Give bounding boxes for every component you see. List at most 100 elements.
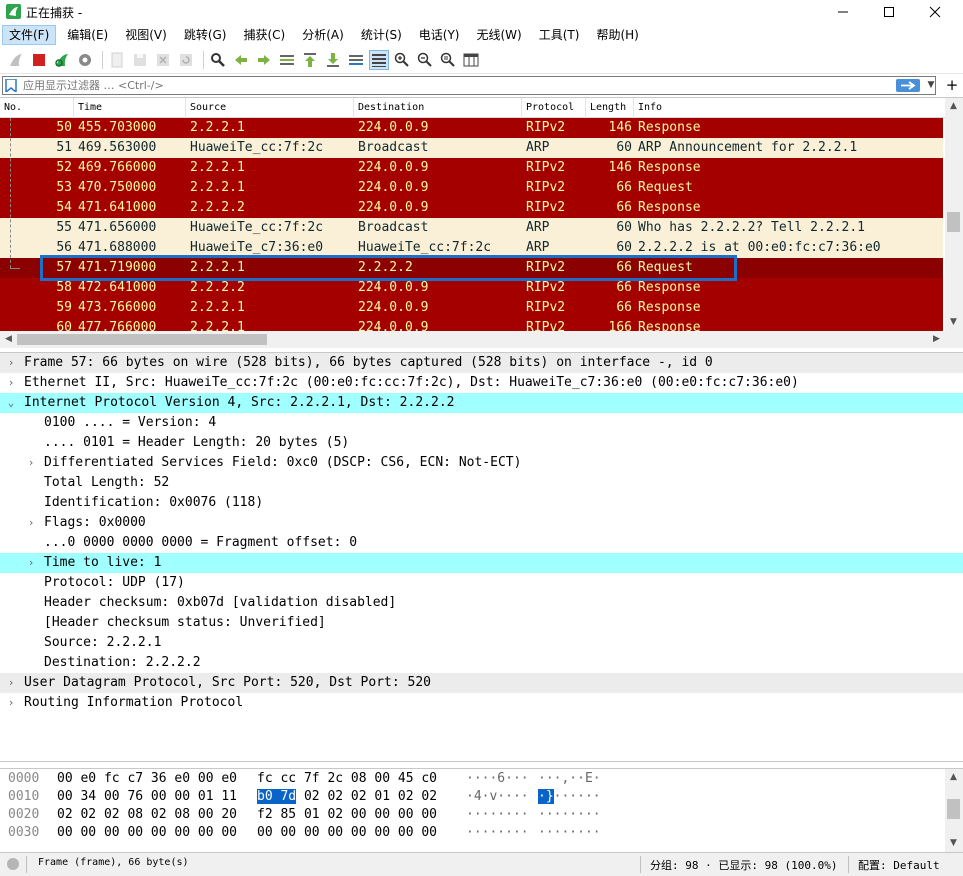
scroll-down-icon[interactable]: ▼	[945, 314, 962, 331]
zoom-in-button[interactable]	[392, 50, 412, 70]
bytes-hex-right: fc cc 7f 2c 08 00 45 c0	[257, 770, 437, 788]
collapsed-arrow-icon[interactable]: ›	[4, 673, 18, 693]
detail-tree-row[interactable]: Protocol: UDP (17)	[0, 573, 963, 593]
packet-row[interactable]: 53 470.750000 2.2.2.1 224.0.0.9 RIPv2 66 Reque…	[0, 178, 943, 198]
zoom-out-button[interactable]	[415, 50, 435, 70]
packet-row[interactable]: 54 471.641000 2.2.2.2 224.0.0.9 RIPv2 66 Respo…	[0, 198, 943, 218]
colorize-button[interactable]	[369, 49, 389, 70]
detail-tree-row[interactable]: › Ethernet II, Src: HuaweiTe_cc:7f:2c (00…	[0, 373, 963, 393]
bytes-row[interactable]: 0000 00 e0 fc c7 36 e0 00 e0 fc cc 7f 2c 0…	[0, 770, 940, 788]
detail-tree-row[interactable]: › Time to live: 1	[0, 553, 963, 573]
bookmark-icon[interactable]	[5, 79, 17, 92]
detail-tree-row[interactable]: .... 0101 = Header Length: 20 bytes (5)	[0, 433, 963, 453]
go-to-packet-button[interactable]	[277, 50, 297, 70]
detail-tree-row[interactable]: Destination: 2.2.2.2	[0, 653, 963, 673]
go-last-packet-button[interactable]	[323, 50, 343, 70]
menu-telephony[interactable]: 电话(Y)	[413, 25, 466, 45]
column-header-info[interactable]: Info	[634, 98, 945, 118]
column-header-destination[interactable]: Destination	[354, 98, 522, 118]
menu-wireless[interactable]: 无线(W)	[471, 25, 528, 45]
column-header-time[interactable]: Time	[74, 98, 186, 118]
packet-row[interactable]: 58 472.641000 2.2.2.2 224.0.0.9 RIPv2 66 Respo…	[0, 278, 943, 298]
menu-view[interactable]: 视图(V)	[119, 25, 173, 45]
bytes-row[interactable]: 0030 00 00 00 00 00 00 00 00 00 00 00 00 0…	[0, 824, 940, 842]
packet-row[interactable]: 51 469.563000 HuaweiTe_cc:7f:2c Broadcast AR…	[0, 138, 943, 158]
scroll-right-icon[interactable]: ▶	[928, 331, 945, 348]
menu-go[interactable]: 跳转(G)	[178, 25, 233, 45]
restart-capture-button[interactable]	[52, 50, 72, 70]
scroll-down-icon[interactable]: ▼	[945, 835, 962, 852]
detail-tree-row[interactable]: › Differentiated Services Field: 0xc0 (DS…	[0, 453, 963, 473]
packet-row[interactable]: 52 469.766000 2.2.2.1 224.0.0.9 RIPv2 146 Resp…	[0, 158, 943, 178]
packet-row[interactable]: 50 455.703000 2.2.2.1 224.0.0.9 RIPv2 146 Resp…	[0, 118, 943, 138]
start-capture-button[interactable]	[6, 50, 26, 70]
menu-file[interactable]: 文件(F)	[2, 25, 57, 45]
detail-tree-row[interactable]: › User Datagram Protocol, Src Port: 520, …	[0, 673, 963, 693]
column-header-no[interactable]: No.	[0, 98, 74, 118]
menu-help[interactable]: 帮助(H)	[590, 25, 644, 45]
detail-tree-row[interactable]: [Header checksum status: Unverified]	[0, 613, 963, 633]
packet-row[interactable]: 60 477.766000 2.2.2.1 224.0.0.9 RIPv2 166 Resp…	[0, 318, 943, 331]
zoom-reset-button[interactable]	[438, 50, 458, 70]
status-profile[interactable]: 配置: Default	[858, 857, 940, 873]
packet-list-vertical-scrollbar[interactable]: ▲ ▼	[945, 98, 963, 331]
packet-list-horizontal-scrollbar[interactable]: ◀ ▶	[0, 331, 963, 348]
menu-analyze[interactable]: 分析(A)	[296, 25, 350, 45]
close-button[interactable]	[912, 0, 958, 24]
go-back-button[interactable]	[231, 50, 251, 70]
detail-tree-row[interactable]: ⌄ Internet Protocol Version 4, Src: 2.2.2…	[0, 393, 963, 413]
add-filter-button[interactable]: +	[944, 75, 960, 95]
menu-capture[interactable]: 捕获(C)	[237, 25, 291, 45]
find-packet-button[interactable]	[208, 50, 228, 70]
expanded-arrow-icon[interactable]: ⌄	[4, 393, 18, 413]
expert-info-icon[interactable]	[7, 858, 19, 870]
go-first-packet-button[interactable]	[300, 50, 320, 70]
display-filter-input[interactable]	[23, 77, 883, 94]
scroll-up-icon[interactable]: ▲	[945, 769, 962, 786]
stop-capture-button[interactable]	[29, 50, 49, 70]
collapsed-arrow-icon[interactable]: ›	[4, 353, 18, 373]
minimize-button[interactable]	[820, 0, 866, 24]
close-file-button[interactable]	[153, 50, 173, 70]
column-header-protocol[interactable]: Protocol	[522, 98, 586, 118]
go-forward-button[interactable]	[254, 50, 274, 70]
packet-row[interactable]: 59 473.766000 2.2.2.1 224.0.0.9 RIPv2 66 Respo…	[0, 298, 943, 318]
bytes-row[interactable]: 0020 02 02 02 08 02 08 00 20 f2 85 01 02 0…	[0, 806, 940, 824]
save-file-button[interactable]	[130, 50, 150, 70]
detail-tree-row[interactable]: Header checksum: 0xb07d [validation disa…	[0, 593, 963, 613]
scrollbar-thumb[interactable]	[947, 799, 960, 819]
bytes-row[interactable]: 0010 00 34 00 76 00 00 01 11 b0 7d 02 02 0…	[0, 788, 940, 806]
column-header-length[interactable]: Length	[586, 98, 634, 118]
detail-tree-row[interactable]: 0100 .... = Version: 4	[0, 413, 963, 433]
detail-tree-row[interactable]: › Routing Information Protocol	[0, 693, 963, 713]
scrollbar-thumb[interactable]	[17, 334, 267, 345]
menu-statistics[interactable]: 统计(S)	[355, 25, 408, 45]
column-header-source[interactable]: Source	[186, 98, 354, 118]
detail-tree-row[interactable]: › Flags: 0x0000	[0, 513, 963, 533]
detail-tree-row[interactable]: › Frame 57: 66 bytes on wire (528 bits), …	[0, 353, 963, 373]
packet-row[interactable]: 55 471.656000 HuaweiTe_cc:7f:2c Broadcast AR…	[0, 218, 943, 238]
resize-columns-button[interactable]	[461, 50, 481, 70]
apply-filter-button[interactable]	[896, 79, 920, 92]
bytes-vertical-scrollbar[interactable]: ▲ ▼	[945, 769, 963, 852]
autoscroll-button[interactable]	[346, 50, 366, 70]
scroll-up-icon[interactable]: ▲	[945, 98, 962, 115]
collapsed-arrow-icon[interactable]: ›	[4, 373, 18, 393]
chevron-down-icon[interactable]: ▼	[925, 77, 937, 94]
collapsed-arrow-icon[interactable]: ›	[24, 453, 38, 473]
scroll-left-icon[interactable]: ◀	[0, 331, 17, 348]
menu-edit[interactable]: 编辑(E)	[61, 25, 114, 45]
reload-file-button[interactable]	[176, 50, 196, 70]
menu-tools[interactable]: 工具(T)	[533, 25, 586, 45]
detail-tree-row[interactable]: Total Length: 52	[0, 473, 963, 493]
open-file-button[interactable]	[107, 50, 127, 70]
detail-tree-row[interactable]: Source: 2.2.2.1	[0, 633, 963, 653]
scrollbar-thumb[interactable]	[947, 212, 960, 232]
capture-options-button[interactable]	[75, 50, 95, 70]
collapsed-arrow-icon[interactable]: ›	[24, 553, 38, 573]
maximize-button[interactable]	[866, 0, 912, 24]
detail-tree-row[interactable]: ...0 0000 0000 0000 = Fragment offset: 0	[0, 533, 963, 553]
collapsed-arrow-icon[interactable]: ›	[24, 513, 38, 533]
collapsed-arrow-icon[interactable]: ›	[4, 693, 18, 713]
detail-tree-row[interactable]: Identification: 0x0076 (118)	[0, 493, 963, 513]
